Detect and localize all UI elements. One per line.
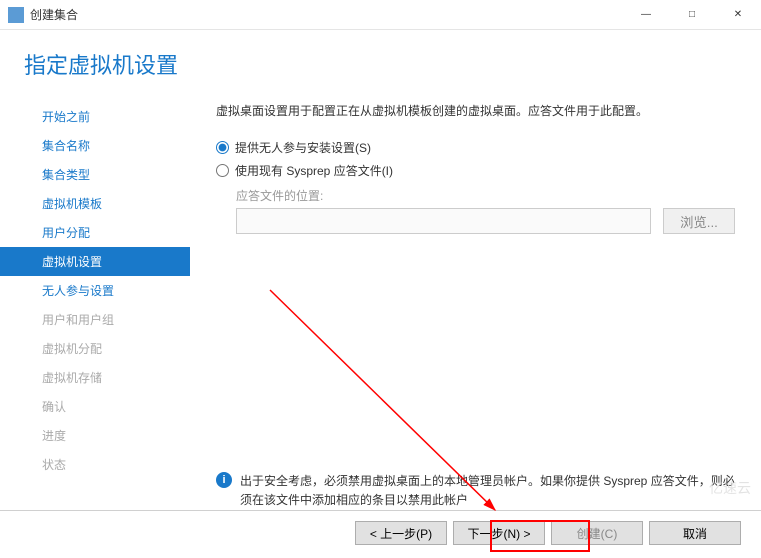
wizard-footer: < 上一步(P) 下一步(N) > 创建(C) 取消: [0, 510, 761, 558]
info-row: i 出于安全考虑，必须禁用虚拟桌面上的本地管理员帐户。如果你提供 Sysprep…: [216, 472, 741, 510]
path-input-row: 浏览...: [236, 208, 741, 234]
radio-sysprep-row[interactable]: 使用现有 Sysprep 应答文件(I): [216, 162, 741, 179]
maximize-button[interactable]: □: [669, 0, 715, 30]
nav-collection-name[interactable]: 集合名称: [0, 131, 190, 160]
minimize-button[interactable]: —: [623, 0, 669, 30]
watermark: 亿速云: [709, 478, 751, 498]
nav-user-assign[interactable]: 用户分配: [0, 218, 190, 247]
radio-sysprep-label: 使用现有 Sysprep 应答文件(I): [235, 162, 393, 179]
prev-button[interactable]: < 上一步(P): [355, 521, 447, 545]
nav-users-groups: 用户和用户组: [0, 305, 190, 334]
description-text: 虚拟桌面设置用于配置正在从虚拟机模板创建的虚拟桌面。应答文件用于此配置。: [216, 102, 741, 121]
path-label: 应答文件的位置:: [236, 187, 741, 204]
window-title: 创建集合: [30, 6, 623, 23]
window-controls: — □ ✕: [623, 0, 761, 30]
info-text: 出于安全考虑，必须禁用虚拟桌面上的本地管理员帐户。如果你提供 Sysprep 应…: [240, 472, 741, 510]
nav-progress: 进度: [0, 421, 190, 450]
next-button[interactable]: 下一步(N) >: [453, 521, 545, 545]
close-button[interactable]: ✕: [715, 0, 761, 30]
nav-confirm: 确认: [0, 392, 190, 421]
cancel-button[interactable]: 取消: [649, 521, 741, 545]
nav-vm-settings[interactable]: 虚拟机设置: [0, 247, 190, 276]
answer-file-block: 应答文件的位置: 浏览...: [236, 187, 741, 234]
radio-unattend-label: 提供无人参与安装设置(S): [235, 139, 371, 156]
nav-vm-template[interactable]: 虚拟机模板: [0, 189, 190, 218]
nav-unattend[interactable]: 无人参与设置: [0, 276, 190, 305]
answer-file-path-input: [236, 208, 651, 234]
create-button: 创建(C): [551, 521, 643, 545]
radio-unattend-row[interactable]: 提供无人参与安装设置(S): [216, 139, 741, 156]
page-title: 指定虚拟机设置: [0, 30, 761, 102]
titlebar: 创建集合 — □ ✕: [0, 0, 761, 30]
content-panel: 虚拟桌面设置用于配置正在从虚拟机模板创建的虚拟桌面。应答文件用于此配置。 提供无…: [190, 102, 761, 532]
nav-vm-alloc: 虚拟机分配: [0, 334, 190, 363]
nav-vm-storage: 虚拟机存储: [0, 363, 190, 392]
main-area: 开始之前 集合名称 集合类型 虚拟机模板 用户分配 虚拟机设置 无人参与设置 用…: [0, 102, 761, 532]
nav-status: 状态: [0, 450, 190, 479]
app-icon: [8, 7, 24, 23]
radio-unattend[interactable]: [216, 141, 229, 154]
wizard-sidebar: 开始之前 集合名称 集合类型 虚拟机模板 用户分配 虚拟机设置 无人参与设置 用…: [0, 102, 190, 532]
radio-sysprep[interactable]: [216, 164, 229, 177]
browse-button: 浏览...: [663, 208, 735, 234]
nav-collection-type[interactable]: 集合类型: [0, 160, 190, 189]
nav-start[interactable]: 开始之前: [0, 102, 190, 131]
info-icon: i: [216, 472, 232, 488]
